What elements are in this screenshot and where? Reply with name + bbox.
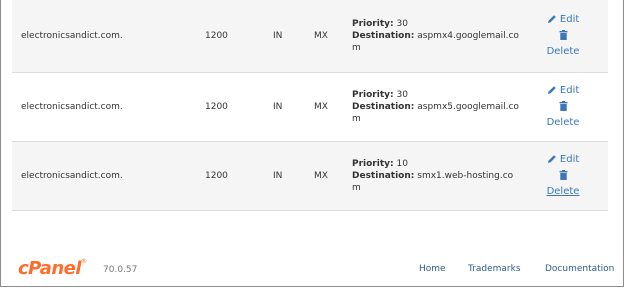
destination-label: Destination: (352, 171, 415, 181)
destination-label: Destination: (352, 102, 415, 112)
priority-label: Priority: (352, 159, 394, 169)
trash-icon (559, 101, 567, 111)
record-type: MX (314, 102, 328, 112)
table-row: electronicsandict.com. 1200 IN MX Priori… (12, 0, 608, 73)
destination-value-wrap: m (352, 183, 361, 193)
priority-value: 30 (396, 19, 408, 29)
pencil-icon (547, 155, 556, 163)
delete-button[interactable]: Delete (528, 115, 598, 131)
pencil-icon (547, 86, 556, 94)
record-details: Priority: 10 Destination: smx1.web-hosti… (352, 158, 522, 194)
record-name: electronicsandict.com. (21, 171, 123, 181)
home-link[interactable]: Home (419, 264, 446, 274)
logo-text: cPanel (18, 258, 82, 279)
record-class: IN (273, 171, 283, 181)
trash-icon (559, 170, 567, 180)
record-class: IN (273, 102, 283, 112)
edit-button[interactable]: Edit (528, 83, 598, 99)
destination-value: smx1.web-hosting.co (417, 171, 514, 181)
record-class: IN (273, 31, 283, 41)
edit-button[interactable]: Edit (528, 12, 598, 28)
record-ttl: 1200 (205, 102, 228, 112)
delete-button[interactable]: Delete (528, 44, 598, 60)
record-details: Priority: 30 Destination: aspmx4.googlem… (352, 18, 522, 54)
dns-records-table: electronicsandict.com. 1200 IN MX Priori… (12, 0, 608, 211)
cpanel-window: electronicsandict.com. 1200 IN MX Priori… (0, 0, 624, 287)
trash-icon-wrap[interactable] (528, 28, 598, 44)
registered-mark: ® (81, 258, 87, 265)
documentation-link[interactable]: Documentation (545, 264, 614, 274)
record-name: electronicsandict.com. (21, 102, 123, 112)
delete-button[interactable]: Delete (528, 184, 598, 200)
row-actions: Edit Delete (528, 152, 598, 200)
trademarks-link[interactable]: Trademarks (468, 264, 521, 274)
trash-icon (559, 30, 567, 40)
destination-value: aspmx5.googlemail.co (417, 102, 519, 112)
delete-label: Delete (546, 186, 580, 197)
destination-value-wrap: m (352, 43, 361, 53)
record-name: electronicsandict.com. (21, 31, 123, 41)
row-actions: Edit Delete (528, 83, 598, 131)
priority-value: 10 (396, 159, 408, 169)
record-details: Priority: 30 Destination: aspmx5.googlem… (352, 89, 522, 125)
record-type: MX (314, 171, 328, 181)
priority-value: 30 (396, 90, 408, 100)
destination-label: Destination: (352, 31, 415, 41)
record-ttl: 1200 (205, 31, 228, 41)
row-actions: Edit Delete (528, 12, 598, 60)
pencil-icon (547, 15, 556, 23)
edit-label: Edit (559, 85, 580, 96)
edit-button[interactable]: Edit (528, 152, 598, 168)
record-ttl: 1200 (205, 171, 228, 181)
trash-icon-wrap[interactable] (528, 168, 598, 184)
cpanel-logo[interactable]: cPanel® (18, 258, 87, 279)
trash-icon-wrap[interactable] (528, 99, 598, 115)
record-type: MX (314, 31, 328, 41)
destination-value: aspmx4.googlemail.co (417, 31, 519, 41)
priority-label: Priority: (352, 19, 394, 29)
table-row: electronicsandict.com. 1200 IN MX Priori… (12, 73, 608, 142)
edit-label: Edit (559, 14, 580, 25)
table-row: electronicsandict.com. 1200 IN MX Priori… (12, 142, 608, 211)
footer: cPanel® 70.0.57 Home Trademarks Document… (1, 252, 623, 286)
destination-value-wrap: m (352, 114, 361, 124)
version-text: 70.0.57 (103, 265, 138, 275)
edit-label: Edit (559, 154, 580, 165)
priority-label: Priority: (352, 90, 394, 100)
